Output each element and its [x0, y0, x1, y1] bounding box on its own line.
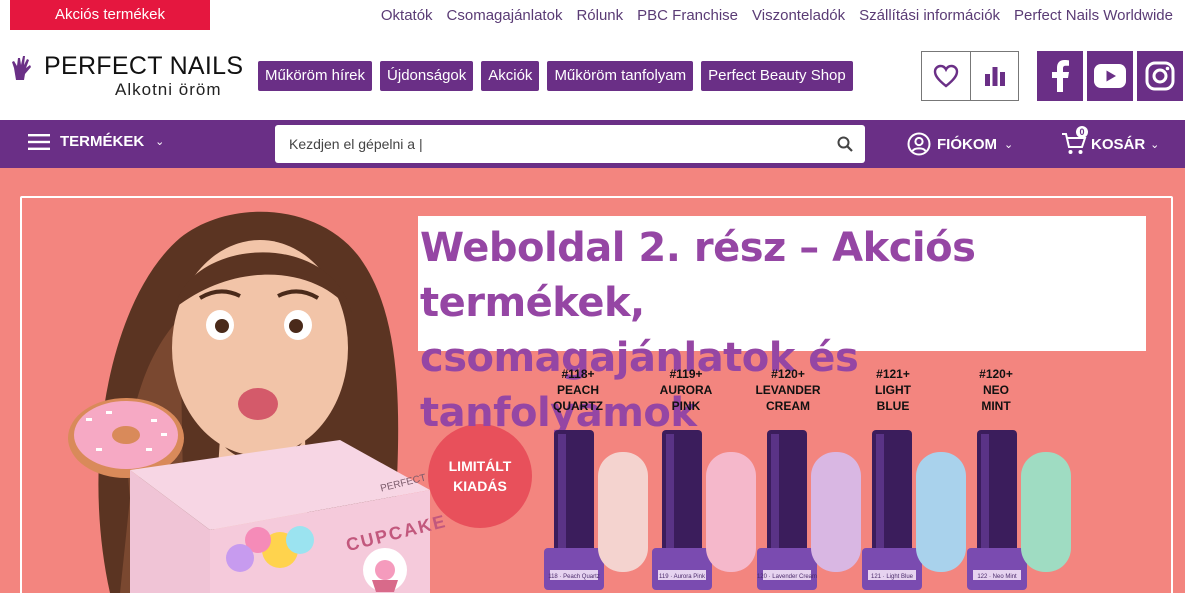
top-link-viszonteladok[interactable]: Viszonteladók — [752, 7, 845, 24]
overlay-title-line-1: Weboldal 2. rész – Akciós termékek, — [420, 225, 976, 326]
nav-pill-beauty-shop[interactable]: Perfect Beauty Shop — [701, 61, 853, 91]
polish-bottle: 120 · Lavender Cream — [757, 430, 861, 590]
bottle-name-1: LEVANDER — [755, 383, 821, 397]
bottle-name-1: PEACH — [556, 383, 599, 397]
top-link-pbc-franchise[interactable]: PBC Franchise — [637, 7, 738, 24]
bottle-name-2: BLUE — [876, 399, 910, 413]
bottle-name-1: NEO — [982, 383, 1009, 397]
bottle-label-levander-cream: #120+ LEVANDER CREAM — [743, 366, 833, 414]
bottle-number: #121+ — [876, 367, 910, 381]
user-icon — [907, 132, 931, 156]
bottle-number: #119+ — [669, 367, 703, 381]
nav-pill-akciok[interactable]: Akciók — [481, 61, 540, 91]
bottle-label-text: 122 · Neo Mint — [977, 574, 1017, 580]
cupcake-kit-box-image — [130, 440, 430, 593]
account-label: FIÓKOM — [937, 135, 997, 153]
nav-pill-hirek[interactable]: Műköröm hírek — [258, 61, 373, 91]
facebook-button[interactable] — [1037, 51, 1083, 101]
top-bar: Akciós termékek Oktatók Csomagajánlatok … — [0, 0, 1185, 30]
nav-pill-tanfolyam[interactable]: Műköröm tanfolyam — [547, 61, 694, 91]
top-link-oktatok[interactable]: Oktatók — [381, 7, 433, 24]
heart-icon — [933, 64, 959, 88]
search-bar — [275, 125, 865, 163]
polish-bottle: 119 · Aurora Pink — [652, 430, 756, 590]
search-input[interactable] — [289, 125, 829, 163]
bottle-label-text: 119 · Aurora Pink — [659, 574, 706, 580]
badge-line-2: KIADÁS — [453, 478, 507, 494]
chevron-down-icon: ⌄ — [1004, 138, 1014, 151]
bottle-label-peach-quartz: #118+ PEACH QUARTZ — [533, 366, 623, 414]
bottle-name-2: CREAM — [766, 399, 810, 413]
instagram-icon — [1145, 61, 1175, 91]
top-promo-link[interactable]: Akciós termékek — [10, 0, 210, 30]
bottle-label-text: 121 · Light Blue — [871, 574, 914, 580]
instagram-button[interactable] — [1137, 51, 1183, 101]
nav-pill-ujdonsagok[interactable]: Újdonságok — [380, 61, 474, 91]
wishlist-button[interactable] — [922, 52, 970, 100]
bottle-name-2: PINK — [671, 399, 701, 413]
products-menu-label: TERMÉKEK — [60, 133, 145, 150]
cart-count-badge: 0 — [1076, 126, 1088, 138]
bottle-label-aurora-pink: #119+ AURORA PINK — [641, 366, 731, 414]
logo-tagline: Alkotni öröm — [115, 80, 222, 99]
polish-bottle: 121 · Light Blue — [862, 430, 966, 590]
bottle-label-neo-mint: #120+ NEO MINT — [951, 366, 1041, 414]
top-link-szallitasi[interactable]: Szállítási információk — [859, 7, 1000, 24]
overlay-title-box: Weboldal 2. rész – Akciós termékek, csom… — [418, 216, 1146, 436]
utility-buttons — [921, 51, 1019, 101]
nail-hand-icon — [12, 56, 31, 80]
search-icon[interactable] — [837, 136, 853, 152]
hero-banner[interactable]: PERFECT CUPCAKE LIMITÁLT KIADÁS Weboldal… — [0, 168, 1185, 593]
logo[interactable]: PERFECT NAILS Alkotni öröm — [10, 52, 244, 102]
top-link-rolunk[interactable]: Rólunk — [576, 7, 623, 24]
chevron-down-icon: ⌄ — [155, 136, 165, 148]
bottle-number: #120+ — [771, 367, 805, 381]
bottle-number: #118+ — [561, 367, 595, 381]
polish-bottle: 122 · Neo Mint — [967, 430, 1071, 590]
header: PERFECT NAILS Alkotni öröm Műköröm hírek… — [0, 30, 1185, 120]
bottle-label-light-blue: #121+ LIGHT BLUE — [848, 366, 938, 414]
top-link-worldwide[interactable]: Perfect Nails Worldwide — [1014, 7, 1173, 24]
polish-bottle: 118 · Peach Quartz — [544, 430, 648, 590]
compare-button[interactable] — [970, 52, 1018, 100]
bottle-name-2: MINT — [981, 399, 1011, 413]
cart-icon: 0 — [1061, 126, 1088, 156]
bottle-name-1: LIGHT — [875, 383, 911, 397]
top-link-csomagajanlatok[interactable]: Csomagajánlatok — [447, 7, 563, 24]
cart-label: KOSÁR — [1091, 135, 1146, 153]
hamburger-icon — [28, 133, 50, 150]
top-links: Oktatók Csomagajánlatok Rólunk PBC Franc… — [381, 0, 1173, 30]
chart-icon — [984, 67, 1005, 86]
badge-line-1: LIMITÁLT — [448, 458, 512, 474]
main-navbar: TERMÉKEK ⌄ FIÓKOM ⌄ 0 KOSÁR ⌄ — [0, 120, 1185, 168]
youtube-button[interactable] — [1087, 51, 1133, 101]
bottle-number: #120+ — [979, 367, 1013, 381]
products-menu-button[interactable]: TERMÉKEK ⌄ — [28, 133, 164, 150]
bottle-name-2: QUARTZ — [553, 399, 603, 413]
cart-button[interactable]: 0 KOSÁR ⌄ — [1061, 126, 1160, 156]
facebook-icon — [1052, 60, 1069, 92]
bottle-label-text: 120 · Lavender Cream — [757, 574, 817, 580]
chevron-down-icon: ⌄ — [1150, 138, 1160, 151]
bottle-name-1: AURORA — [659, 383, 713, 397]
bottle-label-text: 118 · Peach Quartz — [548, 574, 600, 580]
logo-name: PERFECT NAILS — [44, 52, 244, 80]
youtube-icon — [1094, 64, 1126, 88]
account-menu-button[interactable]: FIÓKOM ⌄ — [907, 132, 1013, 156]
header-nav: Műköröm hírek Újdonságok Akciók Műköröm … — [258, 61, 853, 91]
